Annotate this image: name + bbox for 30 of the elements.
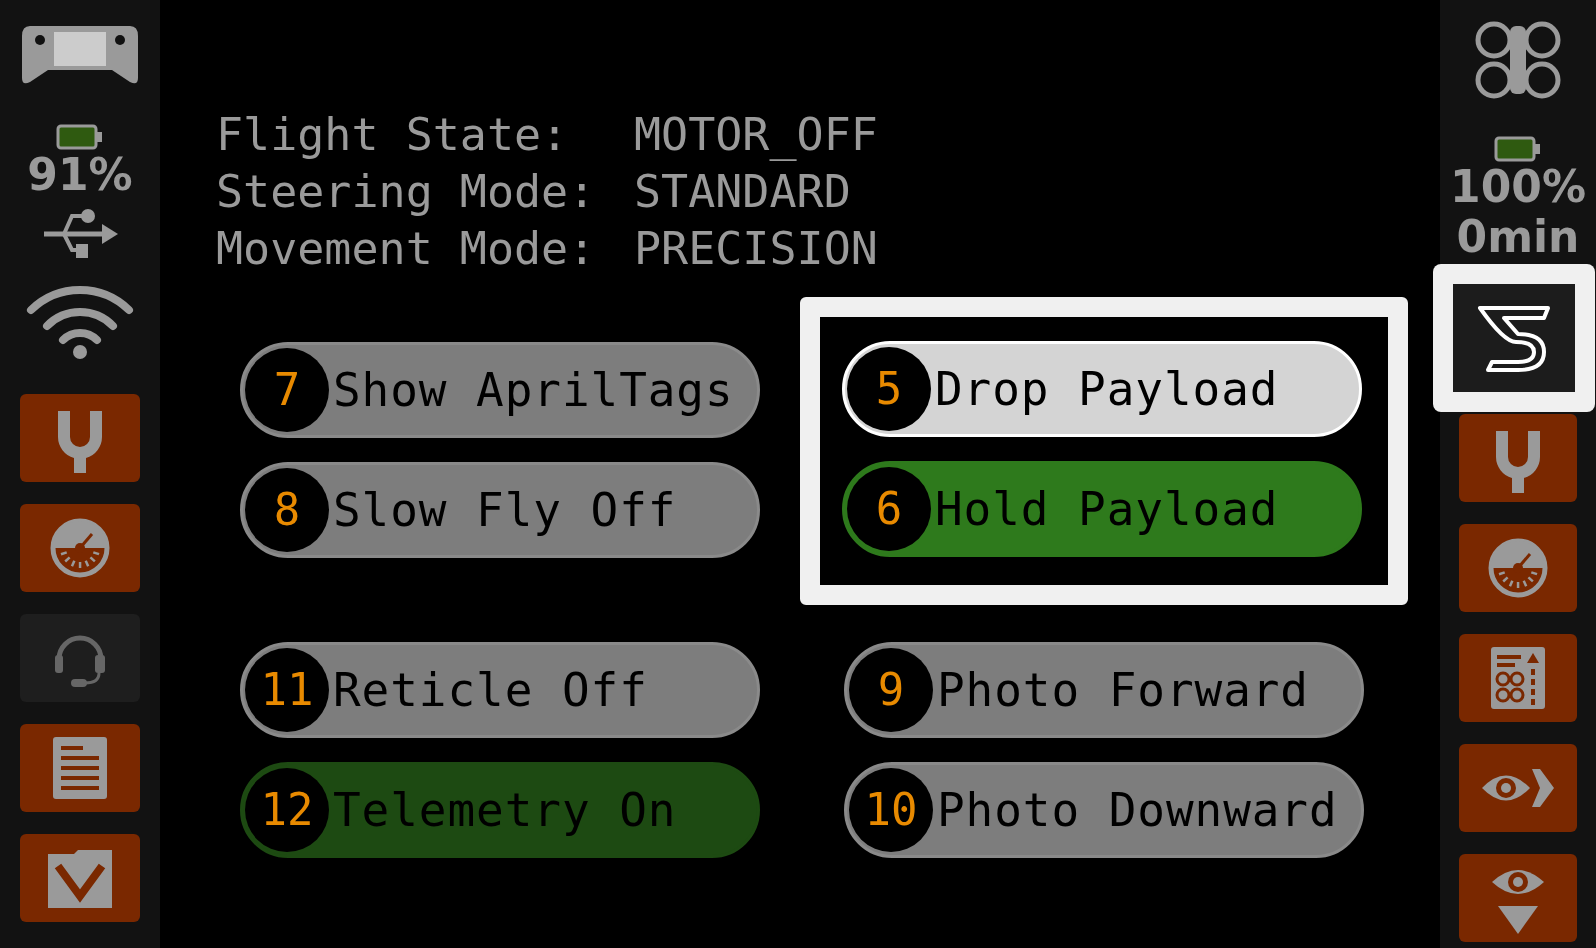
battery-icon [1494,136,1542,162]
status-label: Movement Mode: [216,221,597,277]
action-button[interactable]: 11 Reticle Off [240,642,760,738]
number-badge: 9 [849,648,933,732]
action-button[interactable]: 7 Show AprilTags [240,342,760,438]
status-reading: 100% [1450,162,1586,212]
number-badge: 8 [245,468,329,552]
action-button[interactable]: 10 Photo Downward [844,762,1364,858]
number-badge: 12 [245,768,329,852]
number-badge: 7 [245,348,329,432]
action-button[interactable]: 8 Slow Fly Off [240,462,760,558]
status-value: PRECISION [634,221,878,277]
number-badge: 5 [847,347,931,431]
number-badge: 6 [847,467,931,551]
status-value: STANDARD [634,164,851,220]
status-label: Steering Mode: [216,164,597,220]
action-button[interactable]: 6 Hold Payload [842,461,1362,557]
sidebar-button[interactable] [1433,264,1595,412]
action-button[interactable]: 12 Telemetry On [240,762,760,858]
status-reading: 0min [1456,212,1580,262]
action-button[interactable]: 9 Photo Forward [844,642,1364,738]
number-badge: 10 [849,768,933,852]
action-button[interactable]: 5 Drop Payload [842,341,1362,437]
status-reading: 91% [27,150,133,200]
gauge-icon [48,516,112,580]
gauge-icon [1486,536,1550,600]
number-badge: 11 [245,648,329,732]
status-value: MOTOR_OFF [634,107,878,163]
status-label: Flight State: [216,107,570,163]
battery-icon [56,124,104,150]
